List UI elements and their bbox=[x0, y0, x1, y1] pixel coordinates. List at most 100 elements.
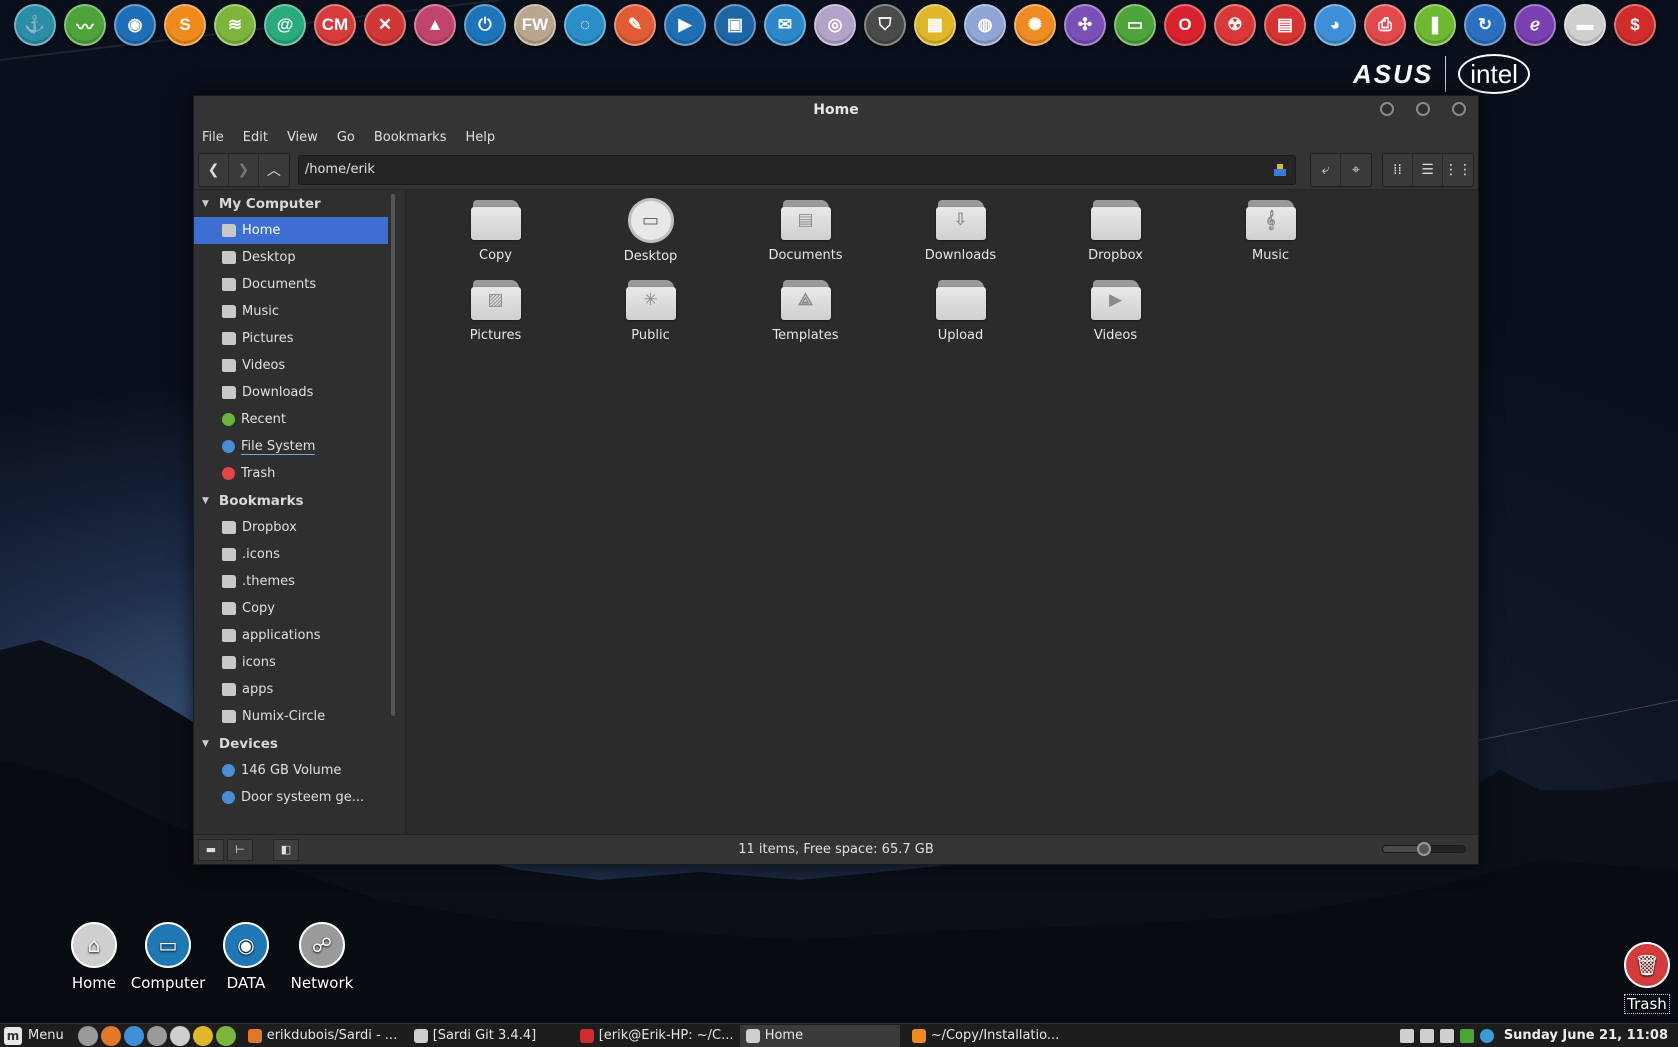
sidebar-section-devices[interactable]: ▼ Devices bbox=[194, 730, 388, 757]
network-tray-icon[interactable] bbox=[1479, 1028, 1494, 1043]
panel-launcher-icon[interactable] bbox=[146, 1025, 167, 1046]
sidebar-item[interactable]: applications bbox=[194, 622, 388, 649]
sidebar-item[interactable]: Videos bbox=[194, 352, 388, 379]
photo-tray-icon[interactable] bbox=[1439, 1028, 1454, 1043]
taskbar-item[interactable]: erikdubois/Sardi - ... bbox=[242, 1025, 402, 1047]
folder-item[interactable]: ▤ Documents bbox=[728, 198, 883, 264]
sidebar-item[interactable]: Music bbox=[194, 298, 388, 325]
spotify-icon[interactable]: ≋ bbox=[214, 4, 256, 46]
cm-icon[interactable]: CM bbox=[314, 4, 356, 46]
sidebar-item[interactable]: .themes bbox=[194, 568, 388, 595]
folder-item[interactable]: ⟁ Templates bbox=[728, 278, 883, 344]
sidebar-item[interactable]: Home bbox=[194, 217, 388, 244]
update-shield-tray-icon[interactable] bbox=[1459, 1028, 1474, 1043]
printer-icon[interactable]: ⎙ bbox=[1364, 4, 1406, 46]
folder-item[interactable]: Upload bbox=[883, 278, 1038, 344]
disc-icon[interactable]: ◎ bbox=[814, 4, 856, 46]
chrome-icon[interactable]: ◕ bbox=[1314, 4, 1356, 46]
image-viewer-icon[interactable]: ▣ bbox=[714, 4, 756, 46]
desktop-trash[interactable]: 🗑 Trash bbox=[1624, 942, 1670, 1014]
up-button[interactable]: ︿ bbox=[258, 153, 289, 186]
anchor-icon[interactable]: ⚓ bbox=[14, 4, 56, 46]
taskbar-item[interactable]: [Sardi Git 3.4.4] bbox=[408, 1025, 568, 1047]
menu-help[interactable]: Help bbox=[465, 130, 495, 145]
menu-button[interactable]: m Menu bbox=[0, 1026, 72, 1045]
sidebar-section-bookmarks[interactable]: ▼ Bookmarks bbox=[194, 487, 388, 514]
sidebar-item[interactable]: Recent bbox=[194, 406, 388, 433]
panel-launcher-icon[interactable] bbox=[169, 1025, 190, 1046]
sidebar-item[interactable]: Pictures bbox=[194, 325, 388, 352]
folder-item[interactable]: Dropbox bbox=[1038, 198, 1193, 264]
panel-launcher-icon[interactable] bbox=[192, 1025, 213, 1046]
emacs-icon[interactable]: ℯ bbox=[1514, 4, 1556, 46]
globe-icon[interactable]: ◍ bbox=[964, 4, 1006, 46]
pencil-icon[interactable]: ✎ bbox=[614, 4, 656, 46]
thunderbird-icon[interactable]: ✉ bbox=[764, 4, 806, 46]
radiation-icon[interactable]: ☢ bbox=[1214, 4, 1256, 46]
shield-icon[interactable]: ⛉ bbox=[864, 4, 906, 46]
sidebar-item[interactable]: Dropbox bbox=[194, 514, 388, 541]
icon-view-button[interactable]: ⁞⁞ bbox=[1383, 153, 1413, 186]
desktop-shortcut[interactable]: ◉ DATA bbox=[210, 922, 282, 992]
location-field[interactable]: /home/erik bbox=[297, 154, 1296, 185]
taskbar-item[interactable]: ~/Copy/Installatio... bbox=[906, 1025, 1066, 1047]
mail-icon[interactable]: @ bbox=[264, 4, 306, 46]
clock[interactable]: Sunday June 21, 11:08 bbox=[1504, 1028, 1668, 1043]
compass-icon[interactable]: ✣ bbox=[1064, 4, 1106, 46]
folder-item[interactable]: ▭ Desktop bbox=[573, 198, 728, 264]
location-drive-icon[interactable] bbox=[1273, 163, 1287, 177]
sidebar-divider[interactable] bbox=[388, 190, 406, 834]
taskbar-item[interactable]: [erik@Erik-HP: ~/C... bbox=[574, 1025, 734, 1047]
locate-button[interactable]: ⌖ bbox=[1341, 153, 1371, 186]
zoom-slider[interactable] bbox=[1382, 842, 1466, 856]
system-monitor-icon[interactable]: 〰 bbox=[64, 4, 106, 46]
minimize-button[interactable] bbox=[1380, 102, 1394, 116]
taskbar-item[interactable]: Home bbox=[739, 1024, 900, 1047]
book-icon[interactable]: ❚ bbox=[1414, 4, 1456, 46]
video-editor-icon[interactable]: ▶ bbox=[664, 4, 706, 46]
orange-wheel-icon[interactable]: ✺ bbox=[1014, 4, 1056, 46]
sidebar-item[interactable]: Documents bbox=[194, 271, 388, 298]
back-button[interactable]: ❮ bbox=[199, 153, 229, 186]
folder-item[interactable]: ▨ Pictures bbox=[418, 278, 573, 344]
dotted-circle-icon[interactable]: ◌ bbox=[564, 4, 606, 46]
sidebar-scrollbar[interactable] bbox=[391, 194, 395, 716]
toggle-location-button[interactable]: ⤶ bbox=[1311, 153, 1341, 186]
desktop-shortcut[interactable]: ☍ Network bbox=[286, 922, 358, 992]
sidebar-item[interactable]: Downloads bbox=[194, 379, 388, 406]
display-tray-icon[interactable] bbox=[1399, 1028, 1414, 1043]
grid-apps-icon[interactable]: ▤ bbox=[1264, 4, 1306, 46]
folder-item[interactable]: Copy bbox=[418, 198, 573, 264]
menu-view[interactable]: View bbox=[287, 130, 318, 145]
compact-view-button[interactable]: ⋮⋮ bbox=[1443, 153, 1473, 186]
panel-launcher-icon[interactable] bbox=[100, 1025, 121, 1046]
card-icon[interactable]: ▭ bbox=[1114, 4, 1156, 46]
firefox-icon[interactable]: ◉ bbox=[114, 4, 156, 46]
sidebar-item[interactable]: File System bbox=[194, 433, 388, 460]
power-icon[interactable]: ⏻ bbox=[464, 4, 506, 46]
list-view-button[interactable]: ☰ bbox=[1413, 153, 1443, 186]
inkscape-icon[interactable]: ▲ bbox=[414, 4, 456, 46]
maximize-button[interactable] bbox=[1416, 102, 1430, 116]
close-button[interactable] bbox=[1452, 102, 1466, 116]
menu-edit[interactable]: Edit bbox=[243, 130, 268, 145]
menu-file[interactable]: File bbox=[202, 130, 224, 145]
folder-item[interactable]: ▶ Videos bbox=[1038, 278, 1193, 344]
refresh-icon[interactable]: ↻ bbox=[1464, 4, 1506, 46]
ruler-icon[interactable]: ▦ bbox=[914, 4, 956, 46]
folder-dock-icon[interactable]: ▬ bbox=[1564, 4, 1606, 46]
opera-icon[interactable]: O bbox=[1164, 4, 1206, 46]
terminal-dollar-icon[interactable]: $ bbox=[1614, 4, 1656, 46]
desktop-shortcut[interactable]: ▭ Computer bbox=[131, 922, 205, 992]
sidebar-item[interactable]: Trash bbox=[194, 460, 388, 487]
menu-go[interactable]: Go bbox=[337, 130, 355, 145]
sidebar-item[interactable]: 146 GB Volume bbox=[194, 757, 388, 784]
panel-launcher-icon[interactable] bbox=[77, 1025, 98, 1046]
window-titlebar[interactable]: Home bbox=[194, 96, 1478, 124]
forward-button[interactable]: ❯ bbox=[228, 153, 259, 186]
sidebar-item[interactable]: apps bbox=[194, 676, 388, 703]
sidebar-item[interactable]: icons bbox=[194, 649, 388, 676]
folder-item[interactable]: ✳ Public bbox=[573, 278, 728, 344]
tools-icon[interactable]: ✕ bbox=[364, 4, 406, 46]
sublime-icon[interactable]: S bbox=[164, 4, 206, 46]
